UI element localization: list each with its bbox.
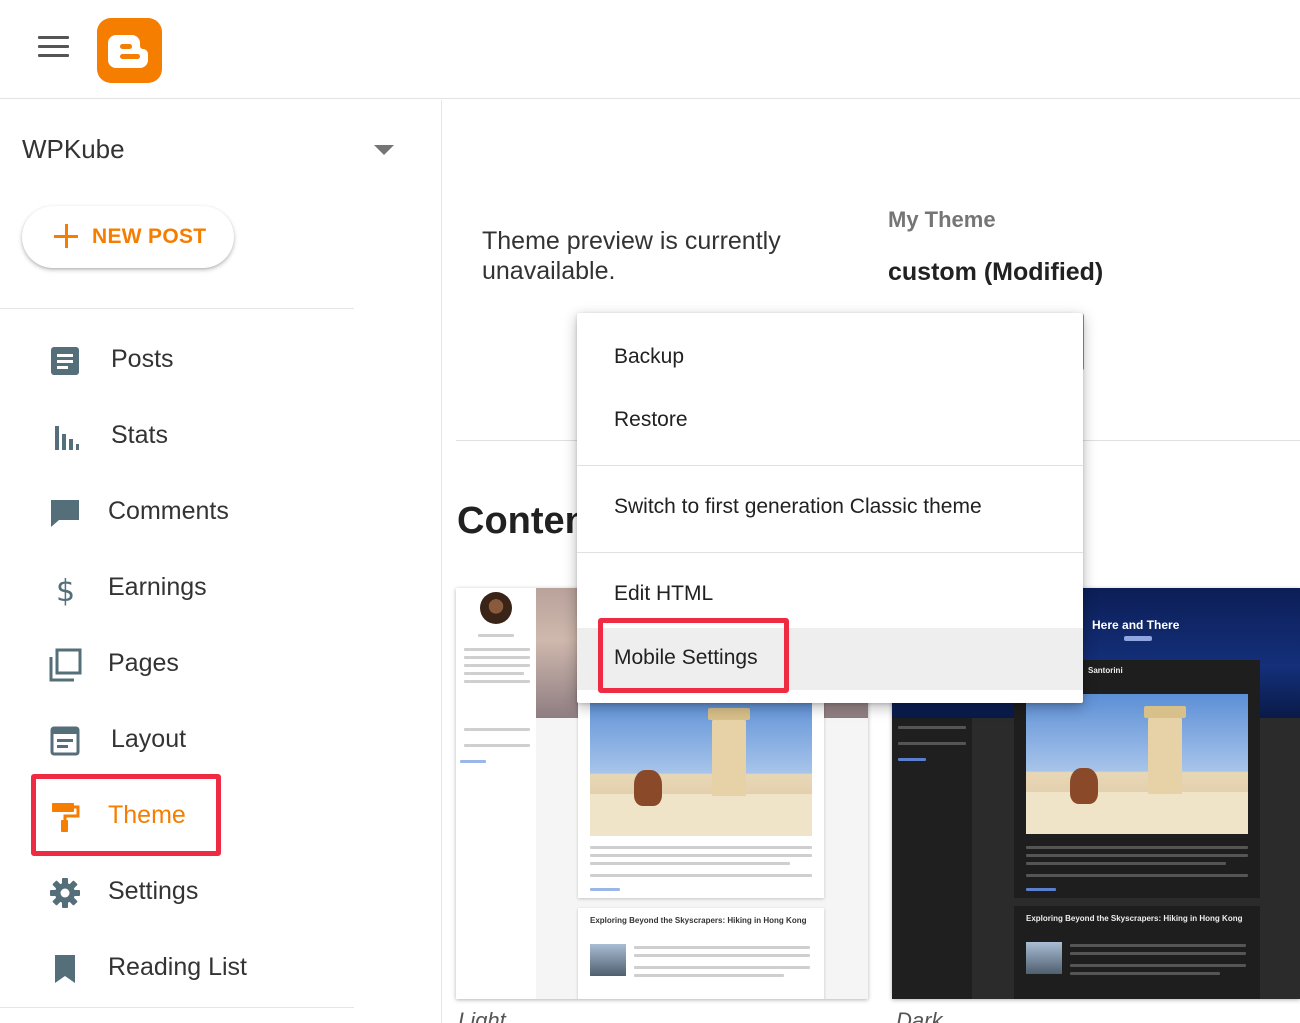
sidebar-item-reading-list[interactable]: Reading List <box>0 938 440 998</box>
sidebar-divider <box>0 308 354 309</box>
sidebar-item-label: Earnings <box>108 573 207 601</box>
sidebar-item-label: Reading List <box>108 953 247 981</box>
sidebar-item-label: Stats <box>111 421 168 449</box>
theme-preview-post: Exploring Beyond the Skyscrapers: Hiking… <box>578 908 824 999</box>
menu-item-restore[interactable]: Restore <box>577 390 1083 452</box>
bookmark-icon <box>55 955 75 983</box>
menu-item-edit-html[interactable]: Edit HTML <box>577 564 1083 626</box>
paint-roller-icon <box>52 803 80 832</box>
blog-selector[interactable]: WPKube <box>22 132 402 168</box>
chevron-down-icon <box>374 145 394 155</box>
sidebar-item-earnings[interactable]: $ Earnings <box>0 558 440 618</box>
contents-heading: Conten <box>457 500 588 542</box>
theme-actions-menu: Backup Restore Switch to first generatio… <box>577 313 1083 703</box>
sidebar-item-pages[interactable]: Pages <box>0 634 440 694</box>
top-app-bar <box>0 0 1300 99</box>
sidebar-item-posts[interactable]: Posts <box>0 330 440 390</box>
blog-name: WPKube <box>22 134 125 164</box>
avatar <box>480 592 512 624</box>
comments-icon <box>51 500 79 527</box>
theme-caption-dark: Dark <box>896 1008 943 1023</box>
preview-blog-title: Here and There <box>1092 618 1180 632</box>
menu-divider <box>577 465 1083 466</box>
sidebar-item-label: Theme <box>108 801 186 829</box>
menu-item-backup[interactable]: Backup <box>577 327 1083 389</box>
theme-preview-post: Exploring Beyond the Skyscrapers: Hiking… <box>1014 906 1260 999</box>
theme-preview-sidebar <box>892 718 972 999</box>
sidebar-item-stats[interactable]: Stats <box>0 406 440 466</box>
hamburger-menu-icon[interactable] <box>38 36 69 58</box>
plus-icon <box>54 224 78 248</box>
dollar-icon: $ <box>56 574 75 606</box>
menu-item-mobile-settings[interactable]: Mobile Settings <box>577 628 1083 690</box>
menu-item-label: Mobile Settings <box>614 646 758 669</box>
posts-icon <box>51 347 79 375</box>
menu-item-label: Restore <box>614 408 688 431</box>
sidebar-item-settings[interactable]: Settings <box>0 862 440 922</box>
menu-item-label: Edit HTML <box>614 582 714 605</box>
preview-post-title: Exploring Beyond the Skyscrapers: Hiking… <box>590 916 807 925</box>
sidebar-item-layout[interactable]: Layout <box>0 710 440 770</box>
sidebar-item-comments[interactable]: Comments <box>0 482 440 542</box>
menu-divider <box>577 552 1083 553</box>
sidebar-divider <box>0 1007 354 1008</box>
layout-icon <box>50 726 80 756</box>
svg-text:$: $ <box>56 574 75 606</box>
sidebar-item-label: Layout <box>111 725 187 753</box>
santorini-photo <box>1026 694 1248 834</box>
preview-unavailable-message: Theme preview is currently unavailable. <box>482 227 781 285</box>
sidebar-item-theme[interactable]: Theme <box>0 786 440 846</box>
my-theme-label: My Theme <box>888 207 996 232</box>
sidebar: WPKube NEW POST Posts Stats Comments $ E… <box>0 100 442 1023</box>
sidebar-item-label: Settings <box>108 877 199 905</box>
sidebar-item-label: Pages <box>108 649 179 677</box>
pages-icon <box>49 648 82 682</box>
menu-item-label: Backup <box>614 345 685 368</box>
santorini-photo <box>590 696 812 836</box>
theme-preview-post <box>578 688 824 898</box>
new-post-label: NEW POST <box>92 225 207 248</box>
sidebar-item-label: Comments <box>108 497 229 525</box>
preview-featured-post: Santorini <box>1088 666 1123 675</box>
preview-post-title: Exploring Beyond the Skyscrapers: Hiking… <box>1026 914 1243 923</box>
new-post-button[interactable]: NEW POST <box>22 206 234 268</box>
sidebar-item-label: Posts <box>111 345 174 373</box>
current-theme-name: custom (Modified) <box>888 258 1104 286</box>
gear-icon <box>50 878 80 908</box>
theme-preview-sidebar <box>456 588 536 999</box>
menu-item-switch-classic-theme[interactable]: Switch to first generation Classic theme <box>577 477 1083 539</box>
menu-item-label: Switch to first generation Classic theme <box>614 495 982 518</box>
blogger-logo-icon[interactable] <box>97 18 162 83</box>
stats-icon <box>55 426 79 450</box>
theme-caption-light: Light <box>458 1008 506 1023</box>
